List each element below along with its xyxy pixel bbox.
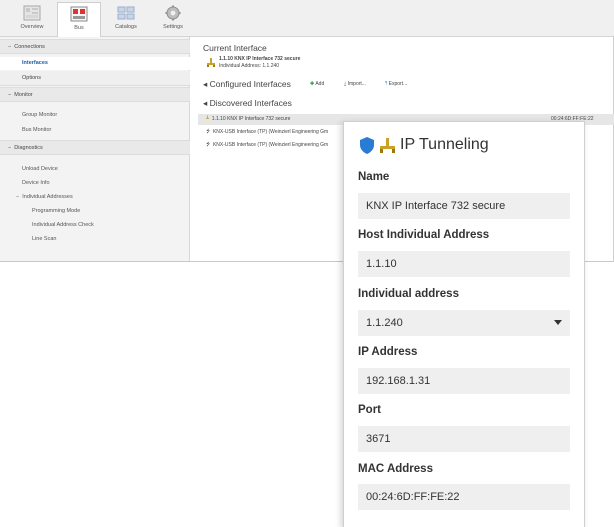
- import-button[interactable]: ⤓ Import...: [344, 81, 366, 87]
- sidebar-item-programming-mode[interactable]: Programming Mode: [0, 205, 190, 218]
- ip-address-label: IP Address: [358, 346, 418, 358]
- sidebar-item-label: Interfaces: [22, 60, 48, 66]
- sidebar: − Connections Interfaces Options − Monit…: [0, 37, 190, 261]
- import-icon: ⤓: [344, 81, 347, 87]
- mac-address-label: MAC Address: [358, 463, 433, 475]
- sidebar-item-line-scan[interactable]: Line Scan: [0, 233, 190, 246]
- usb-icon: ⭍: [206, 129, 211, 135]
- tab-label: Bus: [74, 25, 84, 31]
- add-button-label: Add: [315, 81, 325, 87]
- sidebar-item-individual-addresses[interactable]: − Individual Addresses: [0, 191, 190, 204]
- toolbar: Overview Bus Catalogs Settings: [0, 0, 614, 38]
- network-interface-icon: ┻: [206, 116, 210, 122]
- sidebar-item-label: Options: [22, 75, 41, 81]
- sidebar-item-bus-monitor[interactable]: Bus Monitor: [0, 124, 190, 137]
- plus-icon: ✚: [310, 81, 315, 87]
- import-button-label: Import...: [347, 81, 366, 87]
- sidebar-item-label: Unload Device: [22, 166, 58, 172]
- port-label: Port: [358, 404, 381, 416]
- gear-icon: [165, 5, 181, 21]
- overview-icon: [23, 5, 41, 21]
- sidebar-item-label: Bus Monitor: [22, 127, 52, 133]
- current-interface-title: Current Interface: [203, 43, 267, 53]
- network-interface-icon: [380, 138, 395, 153]
- sidebar-item-individual-address-check[interactable]: Individual Address Check: [0, 219, 190, 232]
- sidebar-section-connections[interactable]: − Connections: [0, 39, 190, 54]
- sidebar-item-interfaces[interactable]: Interfaces: [0, 57, 190, 70]
- sidebar-section-label: Diagnostics: [14, 145, 43, 151]
- current-interface-name: 1.1.10 KNX IP Interface 732 secure: [219, 56, 301, 62]
- sidebar-section-monitor[interactable]: − Monitor: [0, 87, 190, 102]
- tab-catalogs[interactable]: Catalogs: [104, 2, 148, 35]
- chevron-down-icon: [554, 320, 562, 325]
- configured-interfaces-label: Configured Interfaces: [209, 79, 291, 89]
- name-label: Name: [358, 171, 390, 183]
- tab-label: Catalogs: [115, 24, 137, 30]
- individual-address-value: 1.1.240: [366, 317, 403, 329]
- interface-name: 1.1.10 KNX IP Interface 732 secure: [211, 116, 291, 122]
- tab-settings[interactable]: Settings: [151, 2, 195, 35]
- export-button[interactable]: ⤒ Export...: [385, 81, 407, 87]
- discovered-interfaces-label: Discovered Interfaces: [209, 98, 292, 108]
- sidebar-section-label: Monitor: [14, 92, 33, 98]
- individual-address-label: Individual address: [358, 288, 459, 300]
- sidebar-item-group-monitor[interactable]: Group Monitor: [0, 109, 190, 122]
- network-interface-icon: [207, 58, 215, 67]
- export-icon: ⤒: [385, 81, 388, 87]
- sidebar-item-label: Device Info: [22, 180, 50, 186]
- catalogs-icon: [117, 6, 135, 20]
- host-address-field[interactable]: 1.1.10: [358, 251, 570, 277]
- shield-icon: [360, 137, 374, 154]
- individual-address-select[interactable]: 1.1.240: [358, 310, 570, 336]
- sidebar-item-label: Individual Addresses: [22, 194, 73, 200]
- bus-icon: [70, 6, 88, 22]
- configured-interfaces-title[interactable]: ◂ Configured Interfaces: [203, 79, 291, 90]
- sidebar-item-label: Individual Address Check: [32, 222, 94, 228]
- current-interface-address: Individual Address: 1.1.240: [219, 63, 280, 69]
- discovered-interfaces-title[interactable]: ◂ Discovered Interfaces: [203, 98, 292, 109]
- sidebar-section-diagnostics[interactable]: − Diagnostics: [0, 140, 190, 155]
- host-address-label: Host Individual Address: [358, 229, 490, 241]
- sidebar-item-label: Line Scan: [32, 236, 57, 242]
- usb-icon: ⭍: [206, 142, 211, 148]
- port-field[interactable]: 3671: [358, 426, 570, 452]
- tab-bus[interactable]: Bus: [57, 2, 101, 38]
- sidebar-item-options[interactable]: Options: [0, 71, 190, 86]
- name-field[interactable]: KNX IP Interface 732 secure: [358, 193, 570, 219]
- tab-label: Settings: [163, 24, 183, 30]
- mac-address-field[interactable]: 00:24:6D:FF:FE:22: [358, 484, 570, 510]
- interface-name: KNX-USB Interface (TP) (Weinzierl Engine…: [212, 142, 329, 148]
- add-button[interactable]: ✚ Add: [310, 81, 324, 87]
- sidebar-item-device-info[interactable]: Device Info: [0, 177, 190, 190]
- panel-title: IP Tunneling: [400, 136, 489, 153]
- sidebar-section-label: Connections: [14, 44, 45, 50]
- sidebar-item-label: Programming Mode: [32, 208, 81, 214]
- tab-overview[interactable]: Overview: [10, 2, 54, 35]
- interface-name: KNX-USB Interface (TP) (Weinzierl Engine…: [212, 129, 329, 135]
- sidebar-item-label: Group Monitor: [22, 112, 58, 118]
- export-button-label: Export...: [388, 81, 408, 87]
- ip-address-field[interactable]: 192.168.1.31: [358, 368, 570, 394]
- tab-label: Overview: [20, 24, 44, 30]
- sidebar-item-unload-device[interactable]: Unload Device: [0, 163, 190, 176]
- ip-tunneling-panel: IP Tunneling Name KNX IP Interface 732 s…: [343, 121, 585, 527]
